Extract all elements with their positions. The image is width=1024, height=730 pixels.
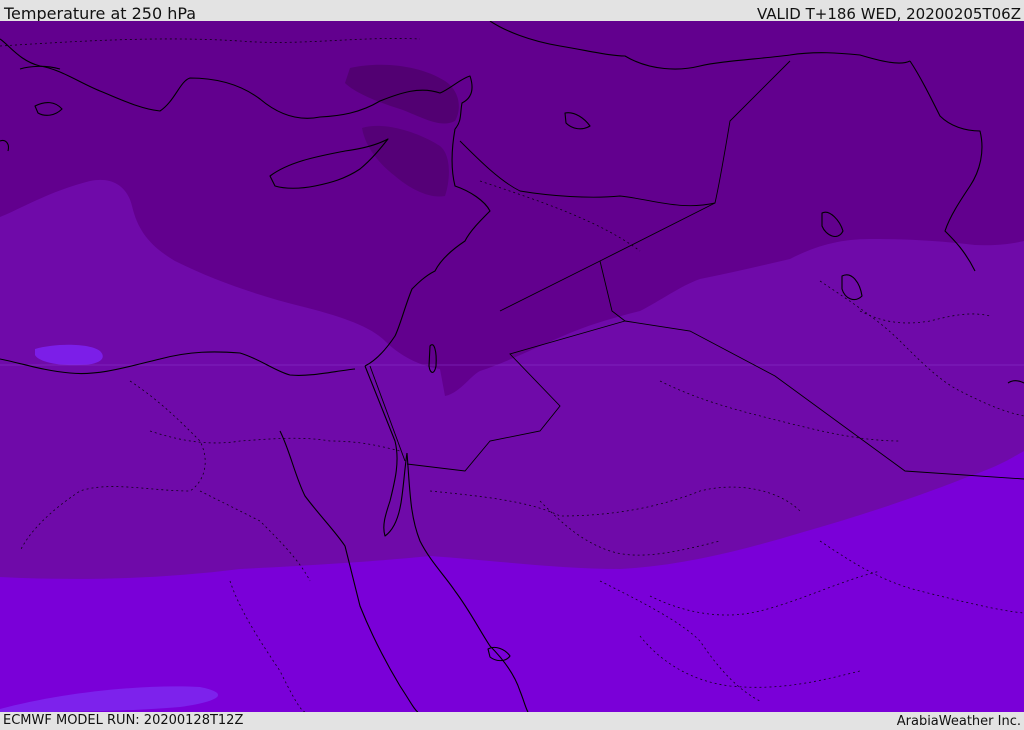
credit-label: ArabiaWeather Inc.: [896, 714, 1021, 729]
footer-bar: ECMWF MODEL RUN: 20200128T12Z ArabiaWeat…: [0, 712, 1024, 729]
title-bar: Temperature at 250 hPa VALID T+186 WED, …: [0, 0, 1024, 23]
weather-map: [0, 21, 1024, 712]
model-run-label: ECMWF MODEL RUN: 20200128T12Z: [3, 713, 244, 728]
